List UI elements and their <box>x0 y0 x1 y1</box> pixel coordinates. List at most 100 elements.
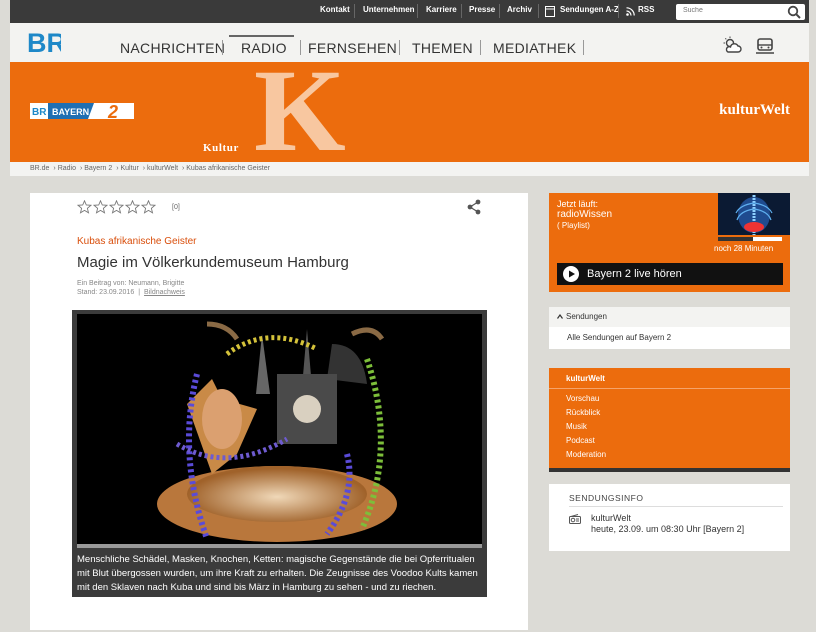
breadcrumb: BR.de › Radio › Bayern 2 › Kultur › kult… <box>10 162 809 176</box>
kulturwelt-link-vorschau[interactable]: Vorschau <box>566 394 599 403</box>
image-caption: Menschliche Schädel, Masken, Knochen, Ke… <box>77 554 478 593</box>
article-author: Ein Beitrag von: Neumann, Brigitte <box>77 280 185 287</box>
divider <box>222 40 223 55</box>
divider <box>549 468 790 472</box>
divider: | <box>138 289 141 296</box>
article-headline: Magie im Völkerkundemuseum Hamburg <box>77 254 349 271</box>
topbar-link-rss[interactable]: RSS <box>638 5 654 14</box>
br-logo-mark: BR <box>27 28 66 58</box>
progress-bar <box>718 237 782 241</box>
rss-icon <box>626 7 635 16</box>
article-image-frame: Menschliche Schädel, Masken, Knochen, Ke… <box>72 310 487 597</box>
sendungsinfo-title: SENDUNGSINFO <box>569 493 644 503</box>
live-stream-button[interactable]: Bayern 2 live hören <box>557 263 783 285</box>
star-icon[interactable] <box>77 200 92 214</box>
svg-text:BR: BR <box>27 28 61 57</box>
topbar-link-archiv[interactable]: Archiv <box>507 5 532 14</box>
banner-k-letter: K <box>254 62 346 162</box>
sendungen-box: Sendungen Alle Sendungen auf Bayern 2 <box>549 307 790 349</box>
progress-fill <box>718 237 754 241</box>
breadcrumb-item[interactable]: BR.de <box>30 165 49 172</box>
image-credits-link[interactable]: Bildnachweis <box>144 289 185 296</box>
star-icon[interactable] <box>141 200 156 214</box>
now-playing-thumbnail <box>718 193 790 235</box>
nav-item-nachrichten[interactable]: NACHRICHTEN <box>120 40 225 56</box>
breadcrumb-item[interactable]: kulturWelt <box>147 165 178 172</box>
breadcrumb-item[interactable]: Kultur <box>121 165 139 172</box>
kulturwelt-box: kulturWelt Vorschau Rückblick Musik Podc… <box>549 368 790 472</box>
search-input[interactable] <box>683 7 783 14</box>
nav-active-indicator <box>229 35 294 37</box>
play-icon <box>563 266 579 282</box>
main-navigation: BR NACHRICHTEN RADIO FERNSEHEN THEMEN ME… <box>10 23 809 62</box>
playlist-link[interactable]: ( Playlist) <box>557 221 590 230</box>
spine-xray-image <box>718 193 790 235</box>
breadcrumb-item[interactable]: Radio <box>58 165 76 172</box>
live-stream-label: Bayern 2 live hören <box>587 268 682 280</box>
divider <box>499 4 500 18</box>
nav-item-radio[interactable]: RADIO <box>241 40 287 56</box>
remaining-time: noch 28 Minuten <box>714 244 774 253</box>
weather-icon[interactable] <box>722 36 744 56</box>
sendungen-header[interactable]: Sendungen <box>549 307 790 327</box>
share-icon[interactable] <box>467 199 481 215</box>
nav-item-themen[interactable]: THEMEN <box>412 40 473 56</box>
search-box <box>676 4 805 20</box>
calendar-icon <box>545 6 555 17</box>
star-icon[interactable] <box>109 200 124 214</box>
now-playing-show[interactable]: radioWissen <box>557 209 612 220</box>
image-scrubber <box>77 544 482 548</box>
article-meta: Stand: 23.09.2016 | Bildnachweis <box>77 289 185 296</box>
br-logo[interactable]: BR <box>27 27 66 58</box>
divider <box>354 4 355 18</box>
kulturwelt-link-musik[interactable]: Musik <box>566 422 587 431</box>
radio-icon <box>569 514 581 524</box>
divider <box>538 4 539 18</box>
topbar-link-kontakt[interactable]: Kontakt <box>320 5 350 14</box>
article-kicker: Kubas afrikanische Geister <box>77 236 197 247</box>
divider <box>618 4 619 18</box>
divider <box>461 4 462 18</box>
divider <box>549 388 790 389</box>
chevron-up-icon <box>557 314 563 320</box>
kulturwelt-link-rueckblick[interactable]: Rückblick <box>566 408 600 417</box>
now-playing-box: Jetzt läuft: radioWissen ( Playlist) noc… <box>549 193 790 292</box>
nav-item-fernsehen[interactable]: FERNSEHEN <box>308 40 397 56</box>
kulturwelt-link-moderation[interactable]: Moderation <box>566 450 606 459</box>
kulturwelt-box-title[interactable]: kulturWelt <box>566 374 605 383</box>
divider <box>583 40 584 55</box>
bayern2-logo[interactable]: BR BAYERN 2 2 <box>30 101 134 121</box>
svg-text:BR: BR <box>32 107 47 118</box>
divider <box>480 40 481 55</box>
sendungsinfo-show[interactable]: kulturWelt <box>591 513 631 523</box>
topbar-link-presse[interactable]: Presse <box>469 5 495 14</box>
utility-bar: Kontakt Unternehmen Karriere Presse Arch… <box>10 0 809 23</box>
divider <box>417 4 418 18</box>
sendungen-title: Sendungen <box>566 312 607 321</box>
star-icon[interactable] <box>125 200 140 214</box>
traffic-icon[interactable] <box>754 36 776 56</box>
divider <box>569 506 783 507</box>
sendungsinfo-box: SENDUNGSINFO kulturWelt heute, 23.09. um… <box>549 484 790 551</box>
article-image[interactable] <box>77 314 482 544</box>
divider <box>399 40 400 55</box>
banner-kultur-label: Kultur <box>203 142 239 154</box>
program-title: kulturWelt <box>719 102 790 118</box>
article-panel: [0] Kubas afrikanische Geister Magie im … <box>30 193 528 630</box>
search-icon[interactable] <box>787 5 801 19</box>
topbar-link-sendungen-az[interactable]: Sendungen A-Z <box>560 5 619 14</box>
rating-count: [0] <box>172 204 180 211</box>
star-rating[interactable] <box>77 200 156 214</box>
article-date: Stand: 23.09.2016 <box>77 289 135 296</box>
nav-item-mediathek[interactable]: MEDIATHEK <box>493 40 576 56</box>
topbar-link-unternehmen[interactable]: Unternehmen <box>363 5 415 14</box>
all-shows-link[interactable]: Alle Sendungen auf Bayern 2 <box>549 327 790 342</box>
svg-text:2: 2 <box>107 102 118 121</box>
voodoo-objects-image <box>157 321 397 542</box>
topbar-link-karriere[interactable]: Karriere <box>426 5 457 14</box>
breadcrumb-item[interactable]: Bayern 2 <box>84 165 112 172</box>
kulturwelt-link-podcast[interactable]: Podcast <box>566 436 595 445</box>
divider <box>300 40 301 55</box>
star-icon[interactable] <box>93 200 108 214</box>
breadcrumb-current: Kubas afrikanische Geister <box>186 165 270 172</box>
